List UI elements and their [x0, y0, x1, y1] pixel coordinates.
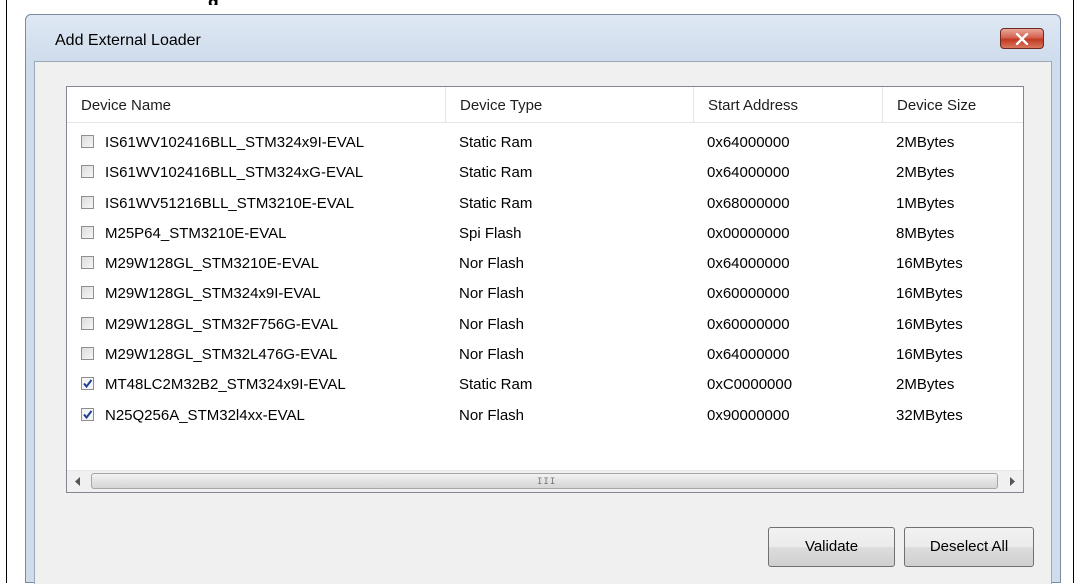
frame-border-left [6, 0, 7, 583]
start-address-cell: 0x68000000 [707, 194, 790, 212]
list-item[interactable]: MT48LC2M32B2_STM324x9I-EVAL Static Ram 0xC… [67, 370, 1023, 400]
list-header: Device Name Device Type Start Address De… [67, 87, 1023, 123]
device-size-cell: 32MBytes [896, 406, 963, 424]
list-item[interactable]: M25P64_STM3210E-EVAL Spi Flash 0x00000000 8… [67, 219, 1023, 249]
list-item[interactable]: N25Q256A_STM32l4xx-EVAL Nor Flash 0x900000… [67, 401, 1023, 431]
start-address-cell: 0x60000000 [707, 315, 790, 333]
frame-border-right [1073, 0, 1074, 583]
add-external-loader-dialog: Add External Loader Device Name Device T… [25, 14, 1061, 584]
scrollbar-thumb[interactable]: III [91, 473, 998, 489]
start-address-cell: 0x60000000 [707, 285, 790, 303]
list-item[interactable]: IS61WV102416BLL_STM324xG-EVAL Static Ram 0… [67, 158, 1023, 188]
dialog-client-area: Device Name Device Type Start Address De… [34, 61, 1052, 584]
device-name-cell: IS61WV102416BLL_STM324x9I-EVAL [105, 134, 365, 151]
row-checkbox[interactable] [81, 347, 94, 361]
device-size-cell: 16MBytes [896, 315, 963, 333]
page-frame: g Add External Loader Device Name Device… [0, 0, 1082, 584]
device-type-cell: Static Ram [459, 194, 533, 212]
device-type-cell: Nor Flash [459, 285, 525, 303]
device-type-cell: Static Ram [459, 376, 533, 394]
row-checkbox[interactable] [81, 407, 94, 421]
device-name-cell: M29W128GL_STM32L476G-EVAL [105, 346, 338, 364]
start-address-cell: 0x64000000 [707, 255, 790, 273]
device-type-cell: Spi Flash [459, 224, 522, 242]
device-name-cell: M29W128GL_STM32F756G-EVAL [105, 315, 339, 333]
start-address-cell: 0x00000000 [707, 224, 790, 242]
row-checkbox[interactable] [81, 135, 94, 148]
device-size-cell: 1MBytes [896, 194, 955, 212]
device-name-cell: M29W128GL_STM3210E-EVAL [105, 255, 319, 273]
device-name-cell: N25Q256A_STM32l4xx-EVAL [105, 406, 305, 424]
device-name-cell: M29W128GL_STM324x9I-EVAL [105, 285, 321, 303]
checkmark-icon [83, 379, 93, 389]
row-checkbox[interactable] [81, 316, 94, 330]
row-checkbox[interactable] [81, 225, 94, 239]
horizontal-scrollbar[interactable]: III [67, 470, 1023, 492]
list-item[interactable]: M29W128GL_STM32L476G-EVAL Nor Flash 0x6400… [67, 340, 1023, 370]
start-address-cell: 0x90000000 [707, 406, 790, 424]
device-name-cell: M25P64_STM3210E-EVAL [105, 224, 287, 242]
column-header-device-type[interactable]: Device Type [446, 87, 694, 122]
arrow-left-icon[interactable] [75, 477, 81, 486]
validate-button[interactable]: Validate [768, 527, 895, 567]
list-item[interactable]: M29W128GL_STM324x9I-EVAL Nor Flash 0x60000… [67, 279, 1023, 309]
arrow-right-icon[interactable] [1009, 477, 1015, 486]
start-address-cell: 0x64000000 [707, 134, 790, 151]
device-name-cell: IS61WV102416BLL_STM324xG-EVAL [105, 164, 364, 182]
close-button[interactable] [1000, 28, 1044, 49]
checkmark-icon [83, 410, 93, 419]
dialog-title: Add External Loader [55, 32, 201, 49]
device-type-cell: Nor Flash [459, 315, 525, 333]
close-icon [1015, 33, 1029, 45]
device-name-cell: IS61WV51216BLL_STM3210E-EVAL [105, 194, 355, 212]
column-header-device-name[interactable]: Device Name [67, 87, 446, 122]
deselect-all-button[interactable]: Deselect All [904, 527, 1034, 567]
row-checkbox[interactable] [81, 195, 94, 209]
column-header-device-size[interactable]: Device Size [883, 87, 1023, 122]
row-checkbox[interactable] [81, 256, 94, 270]
start-address-cell: 0x64000000 [707, 164, 790, 182]
device-size-cell: 16MBytes [896, 285, 963, 303]
list-item[interactable]: M29W128GL_STM3210E-EVAL Nor Flash 0x640000… [67, 249, 1023, 279]
list-item[interactable]: M29W128GL_STM32F756G-EVAL Nor Flash 0x6000… [67, 310, 1023, 340]
device-size-cell: 2MBytes [896, 376, 955, 394]
device-size-cell: 2MBytes [896, 164, 955, 182]
device-type-cell: Nor Flash [459, 406, 525, 424]
list-body: IS61WV102416BLL_STM324x9I-EVAL Static Ram… [67, 128, 1023, 431]
list-item[interactable]: IS61WV102416BLL_STM324x9I-EVAL Static Ram… [67, 128, 1023, 158]
device-type-cell: Static Ram [459, 134, 533, 151]
device-size-cell: 8MBytes [896, 224, 955, 242]
device-size-cell: 16MBytes [896, 255, 963, 273]
device-list[interactable]: Device Name Device Type Start Address De… [66, 86, 1024, 493]
start-address-cell: 0x64000000 [707, 346, 790, 364]
device-type-cell: Static Ram [459, 164, 533, 182]
scrollbar-grip: III [537, 477, 557, 487]
row-checkbox[interactable] [81, 377, 94, 391]
row-checkbox[interactable] [81, 165, 94, 179]
list-item[interactable]: IS61WV51216BLL_STM3210E-EVAL Static Ram 0x… [67, 189, 1023, 219]
title-bar[interactable]: Add External Loader [26, 15, 1060, 61]
device-size-cell: 2MBytes [896, 134, 955, 151]
start-address-cell: 0xC0000000 [707, 376, 793, 394]
device-type-cell: Nor Flash [459, 255, 525, 273]
column-header-start-address[interactable]: Start Address [694, 87, 883, 122]
device-type-cell: Nor Flash [459, 346, 525, 364]
device-size-cell: 16MBytes [896, 346, 963, 364]
device-name-cell: MT48LC2M32B2_STM324x9I-EVAL [105, 376, 346, 394]
caption-fragment: g [208, 0, 248, 5]
row-checkbox[interactable] [81, 286, 94, 300]
